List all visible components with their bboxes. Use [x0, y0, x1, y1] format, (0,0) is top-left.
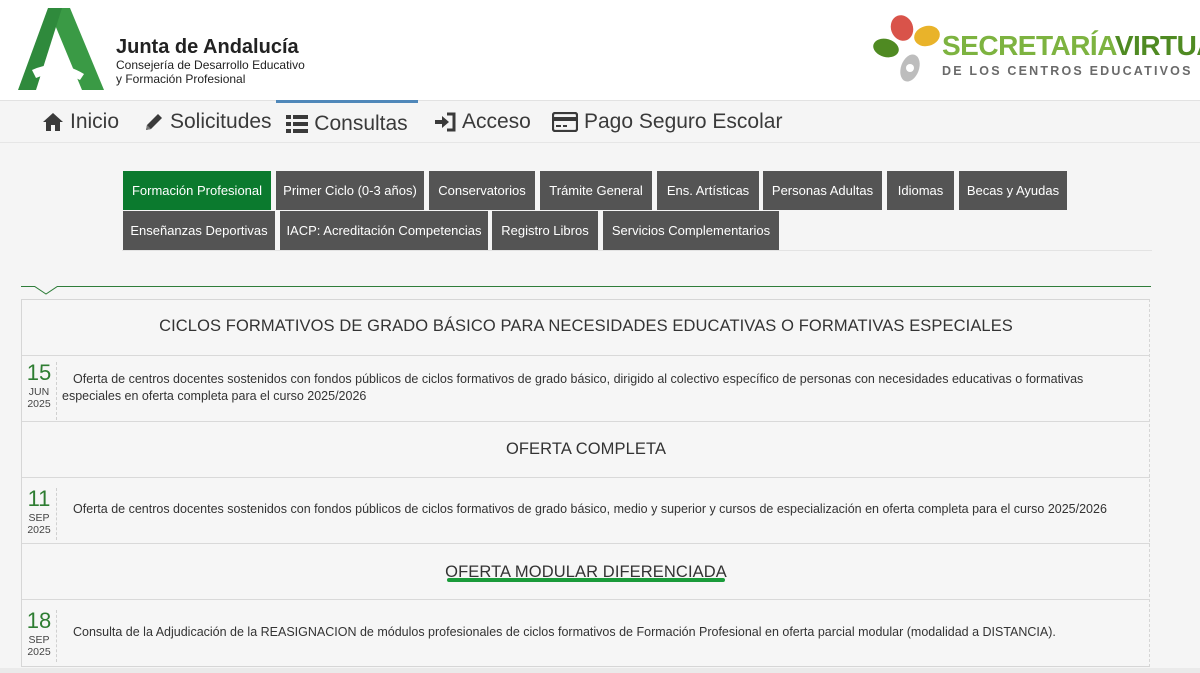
home-icon — [42, 112, 64, 132]
pencil-icon — [144, 112, 164, 132]
section-title-oferta-completa: OFERTA COMPLETA — [505, 440, 667, 458]
org-name-block: Junta de Andalucía Consejería de Desarro… — [116, 36, 305, 86]
org-subtitle-2: y Formación Profesional — [116, 72, 246, 86]
nav-consultas-label: Consultas — [314, 112, 408, 135]
tab-formacion-profesional[interactable]: Formación Profesional — [123, 171, 271, 210]
date-day: 18 — [26, 608, 52, 633]
main-nav: Inicio Solicitudes Consultas Acceso Pago… — [0, 100, 1200, 143]
tab-idiomas[interactable]: Idiomas — [887, 171, 954, 210]
date-month: SEP — [28, 634, 50, 646]
junta-andalucia-logo[interactable] — [18, 8, 104, 90]
highlight-underline — [447, 578, 725, 582]
nav-consultas[interactable]: Consultas — [276, 100, 418, 144]
sign-in-icon — [434, 112, 456, 132]
list-icon — [286, 115, 309, 133]
secretaria-virtual-title: SECRETARÍAVIRTUAL — [942, 30, 1200, 62]
rule-notch — [34, 286, 58, 295]
section-divider — [22, 543, 1150, 544]
tab-primer-ciclo[interactable]: Primer Ciclo (0-3 años) — [276, 171, 424, 210]
date-year: 2025 — [27, 646, 51, 658]
section-divider — [22, 355, 1150, 356]
date-badge: 11 SEP 2025 — [22, 488, 57, 540]
nav-divider — [0, 142, 1200, 143]
tab-conservatorios[interactable]: Conservatorios — [429, 171, 535, 210]
section-divider — [22, 599, 1150, 600]
secretaria-virtual-logo-icon[interactable] — [872, 14, 944, 88]
date-month: JUN — [28, 386, 50, 398]
section-title-grado-basico: CICLOS FORMATIVOS DE GRADO BÁSICO PARA N… — [159, 317, 1013, 335]
tab-tramite-general[interactable]: Trámite General — [540, 171, 652, 210]
date-badge: 15 JUN 2025 — [22, 362, 57, 420]
sv-title-part-b: VIRTUAL — [1114, 30, 1200, 61]
nav-solicitudes-label: Solicitudes — [170, 110, 272, 133]
content-top-rule — [21, 286, 1151, 287]
nav-solicitudes[interactable]: Solicitudes — [144, 101, 272, 143]
entry-link-line2[interactable]: especiales en oferta completa para el cu… — [62, 388, 1122, 405]
section-divider — [22, 421, 1150, 422]
nav-acceso[interactable]: Acceso — [434, 101, 531, 143]
entry-link[interactable]: Oferta de centros docentes sostenidos co… — [73, 501, 1143, 518]
tab-ens-artisticas[interactable]: Ens. Artísticas — [657, 171, 759, 210]
nav-inicio-label: Inicio — [70, 110, 120, 133]
date-day: 11 — [27, 486, 51, 511]
tab-iacp-acreditacion[interactable]: IACP: Acreditación Competencias — [280, 211, 488, 250]
tab-becas-y-ayudas[interactable]: Becas y Ayudas — [959, 171, 1067, 210]
sv-title-part-a: SECRETARÍA — [942, 30, 1115, 61]
credit-card-icon — [552, 112, 578, 132]
site-header: Junta de Andalucía Consejería de Desarro… — [0, 0, 1200, 100]
date-badge: 18 SEP 2025 — [22, 610, 57, 662]
page-bottom-strip — [0, 668, 1200, 673]
entry-link[interactable]: Consulta de la Adjudicación de la REASIG… — [73, 624, 1143, 641]
org-subtitle-1: Consejería de Desarrollo Educativo — [116, 58, 305, 72]
tab-ensenanzas-deportivas[interactable]: Enseñanzas Deportivas — [123, 211, 275, 250]
tabs-divider — [122, 250, 1152, 251]
tab-registro-libros[interactable]: Registro Libros — [492, 211, 598, 250]
date-day: 15 — [26, 360, 52, 385]
tab-servicios-complementarios[interactable]: Servicios Complementarios — [603, 211, 779, 250]
date-year: 2025 — [27, 398, 51, 410]
nav-acceso-label: Acceso — [462, 110, 531, 133]
nav-inicio[interactable]: Inicio — [42, 101, 119, 143]
date-year: 2025 — [27, 524, 51, 536]
date-month: SEP — [28, 512, 50, 524]
secretaria-virtual-subtitle: DE LOS CENTROS EDUCATIVOS — [942, 64, 1193, 78]
entry-link-line1[interactable]: Oferta de centros docentes sostenidos co… — [73, 371, 1133, 388]
nav-pago-label: Pago Seguro Escolar — [584, 110, 783, 133]
tab-personas-adultas[interactable]: Personas Adultas — [763, 171, 882, 210]
section-divider — [22, 477, 1150, 478]
org-title: Junta de Andalucía — [116, 36, 299, 58]
nav-pago-seguro-escolar[interactable]: Pago Seguro Escolar — [552, 101, 782, 143]
